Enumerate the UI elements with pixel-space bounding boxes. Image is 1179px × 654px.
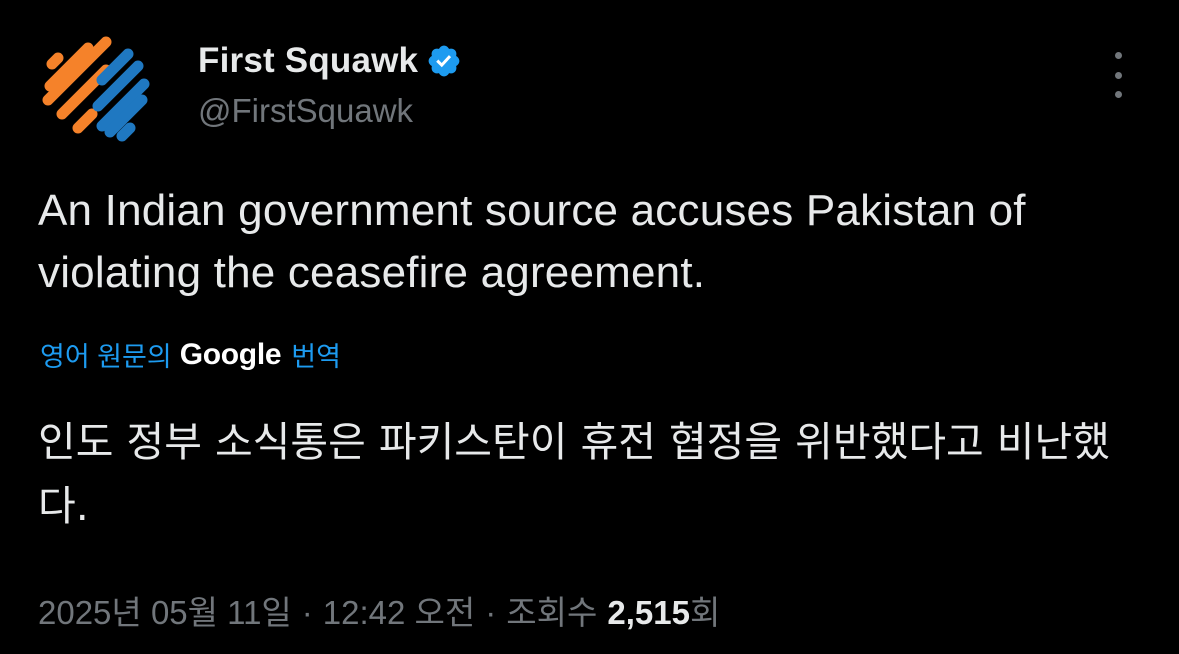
handle[interactable]: @FirstSquawk <box>198 92 462 130</box>
avatar[interactable] <box>38 30 156 148</box>
views-count: 2,515 <box>607 594 690 631</box>
tweet-meta: 2025년 05월 11일 · 12:42 오전 · 조회수 2,515 회 <box>38 586 720 634</box>
name-row: First Squawk <box>198 38 462 84</box>
translate-link[interactable]: 영어 원문의 Google 번역 <box>40 335 341 374</box>
meta-separator: · <box>301 594 313 631</box>
views-label: 조회수 <box>506 594 598 631</box>
tweet-text: An Indian government source accuses Paki… <box>38 186 1026 297</box>
translate-prefix: 영어 원문의 <box>40 342 172 372</box>
translated-text: 인도 정부 소식통은 파키스탄이 휴전 협정을 위반했다고 비난했다. <box>38 418 1110 530</box>
views-suffix: 회 <box>689 594 721 631</box>
translate-suffix: 번역 <box>291 342 341 372</box>
google-logo: Google <box>179 337 282 371</box>
display-name[interactable]: First Squawk <box>198 41 418 81</box>
more-options-button[interactable] <box>1104 52 1132 98</box>
meta-separator: · <box>485 594 497 631</box>
tweet-date[interactable]: 2025년 05월 11일 <box>38 586 292 634</box>
tweet-time[interactable]: 12:42 오전 <box>323 586 475 634</box>
author-block: First Squawk @FirstSquawk <box>198 38 462 130</box>
more-vertical-icon <box>1114 52 1122 59</box>
first-squawk-logo-icon <box>42 36 150 142</box>
verified-badge-icon <box>428 45 460 77</box>
